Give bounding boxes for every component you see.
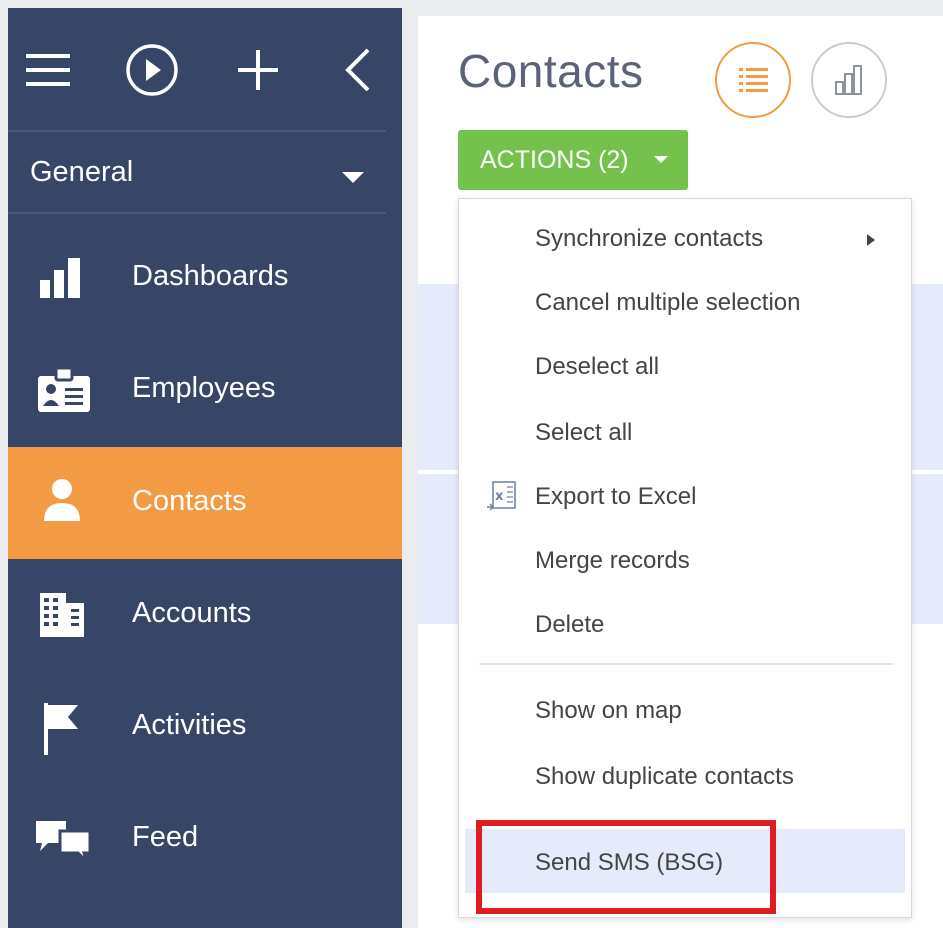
list-view-button[interactable] [715, 42, 791, 118]
sidebar-item-label: Activities [132, 709, 247, 741]
sidebar-item-employees[interactable]: Employees [8, 334, 402, 446]
menu-item-delete[interactable]: Delete [459, 591, 911, 655]
person-icon [44, 479, 80, 521]
sidebar-item-contacts[interactable]: Contacts [8, 447, 402, 559]
sidebar-item-label: Employees [132, 372, 276, 404]
menu-item-label: Cancel multiple selection [535, 289, 801, 316]
analytics-view-icon [835, 65, 862, 95]
menu-item-label: Deselect all [535, 353, 660, 380]
menu-item-deselect-all[interactable]: Deselect all [459, 333, 911, 397]
sidebar-item-dashboards[interactable]: Dashboards [8, 222, 402, 334]
sidebar-item-label: Feed [132, 821, 199, 853]
bar-chart-icon [40, 258, 80, 298]
menu-icon[interactable] [22, 44, 86, 96]
menu-item-cancel-multiple-selection[interactable]: Cancel multiple selection [459, 269, 911, 333]
flag-icon [44, 703, 78, 755]
menu-divider [479, 663, 893, 665]
sidebar-item-label: Accounts [132, 597, 252, 629]
sidebar-item-label: Contacts [132, 485, 247, 517]
actions-button-label: ACTIONS (2) [480, 146, 629, 174]
menu-item-export-to-excel[interactable]: x Export to Excel [459, 463, 911, 527]
id-badge-icon [38, 366, 90, 412]
plus-icon[interactable] [232, 44, 296, 96]
list-view-icon [739, 68, 768, 92]
chevron-down-icon [654, 156, 668, 163]
menu-item-label: Delete [535, 611, 605, 638]
actions-menu: Synchronize contacts Cancel multiple sel… [458, 198, 912, 918]
page-title: Contacts [458, 45, 644, 97]
menu-item-label: Select all [535, 419, 633, 446]
workspace-selector[interactable]: General [8, 132, 386, 212]
sidebar-item-feed[interactable]: Feed [8, 783, 402, 895]
menu-item-label: Show on map [535, 697, 682, 724]
menu-item-send-sms-bsg[interactable]: Send SMS (BSG) [465, 829, 905, 893]
divider [8, 212, 386, 214]
menu-item-label: Export to Excel [535, 483, 697, 510]
sidebar: General Dashboards Employees Contacts Ac… [8, 8, 402, 928]
sidebar-item-accounts[interactable]: Accounts [8, 559, 402, 671]
sidebar-toolbar [8, 8, 402, 130]
menu-item-select-all[interactable]: Select all [459, 399, 911, 463]
building-icon [40, 593, 84, 637]
submenu-arrow-icon [867, 234, 875, 246]
menu-item-label: Synchronize contacts [535, 225, 764, 252]
play-icon[interactable] [124, 44, 188, 96]
menu-item-merge-records[interactable]: Merge records [459, 527, 911, 591]
sidebar-item-activities[interactable]: Activities [8, 671, 402, 783]
menu-item-synchronize-contacts[interactable]: Synchronize contacts [459, 205, 911, 269]
menu-item-label: Merge records [535, 547, 690, 574]
excel-export-icon: x [487, 481, 516, 511]
actions-button[interactable]: ACTIONS (2) [458, 130, 688, 190]
menu-item-show-duplicate-contacts[interactable]: Show duplicate contacts [459, 743, 911, 807]
menu-item-show-on-map[interactable]: Show on map [459, 677, 911, 741]
sidebar-item-label: Dashboards [132, 260, 289, 292]
menu-item-label: Show duplicate contacts [535, 763, 794, 790]
menu-item-label: Send SMS (BSG) [535, 849, 724, 876]
analytics-view-button[interactable] [811, 42, 887, 118]
svg-text:x: x [495, 489, 504, 504]
chat-bubbles-icon [36, 821, 92, 866]
collapse-arrow-icon[interactable] [338, 44, 402, 96]
workspace-label: General [30, 156, 134, 188]
chevron-down-icon [342, 172, 364, 183]
